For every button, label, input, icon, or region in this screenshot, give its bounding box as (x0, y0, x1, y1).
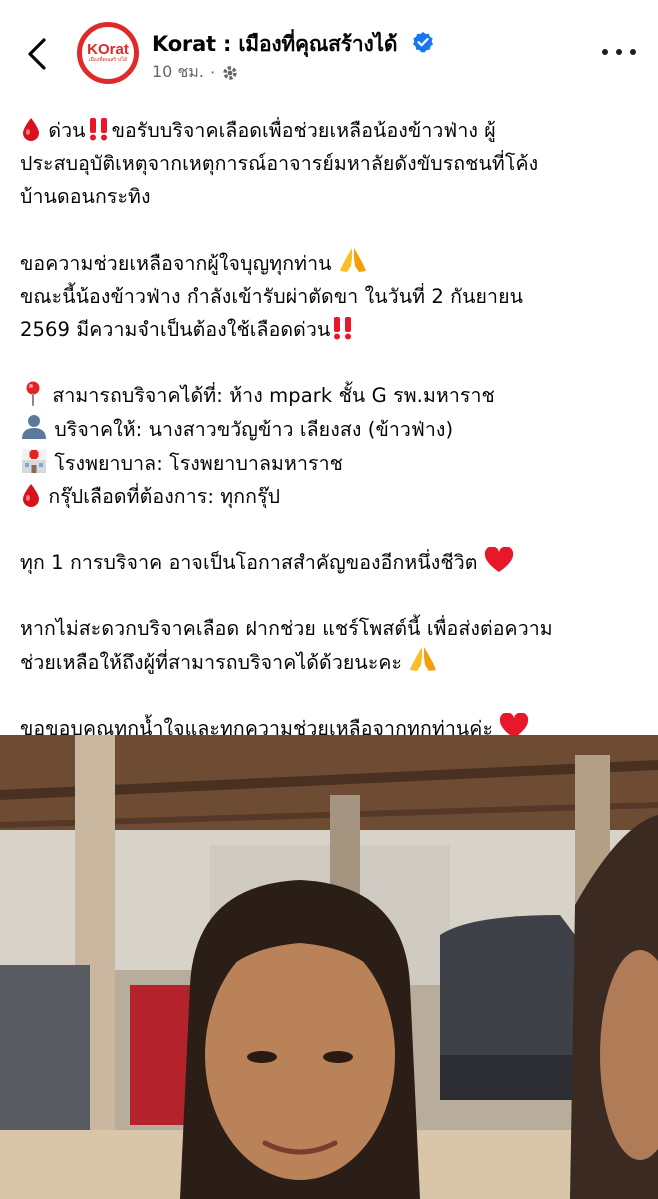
meta-separator: · (209, 63, 216, 82)
post-photo[interactable] (0, 735, 658, 1199)
blood-type-needed: กรุ๊ปเลือดที่ต้องการ: ทุกกรุ๊ป (48, 485, 281, 508)
avatar[interactable]: KOrat เมืองที่คุณสร้างได้ (77, 22, 139, 84)
more-dot (602, 49, 608, 55)
post-line-3: บ้านดอนกระทิง (20, 185, 151, 208)
double-exclamation-icon (334, 317, 352, 340)
avatar-logo-subtitle: เมืองที่คุณสร้างได้ (88, 56, 128, 63)
post-paragraph-request: ขอความช่วยเหลือจากผู้ใจบุญทุกท่าน ขณะนี้… (20, 246, 650, 346)
praying-hands-icon (339, 248, 366, 272)
post-text: ด่วน ขอรับบริจาคเลือดเพื่อช่วยเหลือน้องข้… (20, 114, 650, 778)
donation-location: สามารถบริจาคได้ที่: ห้าง mpark ชั้น G รพ… (52, 384, 495, 407)
pin-icon (26, 381, 40, 406)
blood-drop-icon (23, 118, 39, 141)
post-line-1: ขอรับบริจาคเลือดเพื่อช่วยเหลือน้องข้าวฟ่… (111, 119, 496, 142)
request-line-2: ขณะนี้น้องข้าวฟ่าง กำลังเข้ารับผ่าตัดขา … (20, 285, 524, 308)
share-line-2: ช่วยเหลือให้ถึงผู้ที่สามารถบริจาคได้ด้วย… (20, 651, 403, 674)
blood-drop-icon (23, 484, 39, 507)
post-time[interactable]: 10 ชม. (152, 60, 204, 85)
request-line-1: ขอความช่วยเหลือจากผู้ใจบุญทุกท่าน (20, 252, 332, 275)
verified-badge-icon (413, 32, 433, 53)
person-icon (22, 415, 46, 439)
share-line-1: หากไม่สะดวกบริจาคเลือด ฝากช่วย แชร์โพสต์… (20, 617, 553, 640)
post-header: KOrat เมืองที่คุณสร้างได้ Korat : เมืองท… (0, 0, 658, 100)
page-name[interactable]: Korat : เมืองที่คุณสร้างได้ (152, 28, 398, 61)
hospital-name: โรงพยาบาล: โรงพยาบาลมหาราช (54, 452, 343, 475)
importance-text: ทุก 1 การบริจาค อาจเป็นโอกาสสำคัญของอีกห… (20, 551, 478, 574)
post-paragraph-urgent: ด่วน ขอรับบริจาคเลือดเพื่อช่วยเหลือน้องข้… (20, 114, 650, 213)
double-exclamation-icon (89, 118, 107, 141)
red-heart-icon (484, 547, 513, 572)
praying-hands-icon (410, 647, 437, 671)
more-dot (616, 49, 622, 55)
request-line-3: 2569 มีความจำเป็นต้องใช้เลือดด่วน (20, 318, 331, 341)
photo-illustration (0, 735, 658, 1199)
post-line-2: ประสบอุบัติเหตุจากเหตุการณ์อาจารย์มหาลัย… (20, 152, 539, 175)
post-paragraph-share: หากไม่สะดวกบริจาคเลือด ฝากช่วย แชร์โพสต์… (20, 612, 650, 679)
post-paragraph-details: สามารถบริจาคได้ที่: ห้าง mpark ชั้น G รพ… (20, 379, 650, 513)
post-paragraph-importance: ทุก 1 การบริจาค อาจเป็นโอกาสสำคัญของอีกห… (20, 546, 650, 579)
back-arrow-icon[interactable] (20, 34, 56, 74)
post-meta: 10 ชม. · (152, 60, 239, 85)
more-dot (630, 49, 636, 55)
donation-recipient: บริจาคให้: นางสาวขวัญข้าว เลียงสง (ข้าวฟ… (54, 418, 454, 441)
hospital-icon (22, 449, 46, 473)
more-options-button[interactable] (602, 42, 636, 62)
urgent-label: ด่วน (48, 119, 86, 142)
globe-icon (223, 65, 237, 80)
avatar-logo-text: KOrat (87, 40, 129, 58)
